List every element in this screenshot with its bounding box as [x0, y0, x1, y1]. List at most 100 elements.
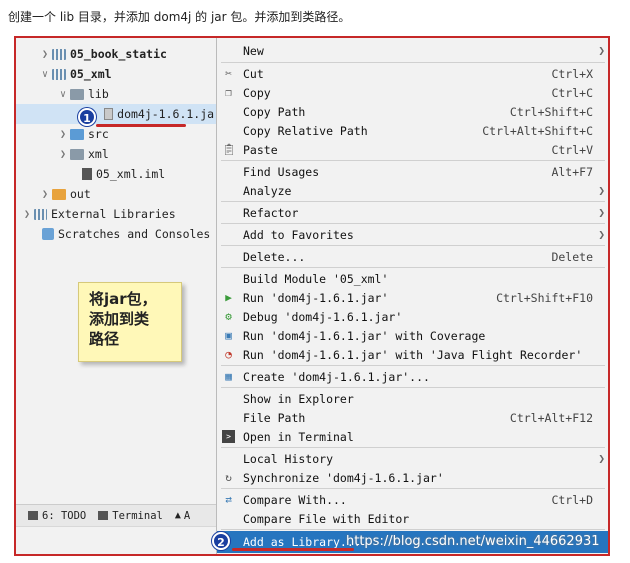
menu-separator: [221, 62, 605, 63]
tree-item-external-libraries[interactable]: ❯ External Libraries: [20, 204, 176, 224]
chevron-right-icon[interactable]: ❯: [38, 49, 52, 60]
menu-item-shortcut: Ctrl+Alt+Shift+C: [482, 123, 593, 138]
project-tree-panel: ❯ 05_book_static ∨ 05_xml ∨ lib dom4j-1.…: [16, 38, 221, 554]
menu-separator: [221, 223, 605, 224]
tree-item-label: Scratches and Consoles: [58, 227, 211, 241]
clipboard-icon: 📋︎: [222, 143, 236, 156]
tree-item-lib[interactable]: ∨ lib: [56, 84, 109, 104]
menu-item-find-usages[interactable]: Find Usages Alt+F7: [217, 162, 607, 181]
menu-item-refactor[interactable]: Refactor ❯: [217, 203, 607, 222]
menu-item-label: Cut: [243, 66, 264, 81]
menu-item-run-jfr[interactable]: ◔ Run 'dom4j-1.6.1.jar' with 'Java Fligh…: [217, 345, 607, 364]
tree-item-05-xml[interactable]: ∨ 05_xml: [38, 64, 112, 84]
menu-item-copy[interactable]: ❐ Copy Ctrl+C: [217, 83, 607, 102]
menu-item-label: Find Usages: [243, 164, 320, 179]
menu-item-shortcut: Ctrl+Alt+F12: [509, 410, 593, 425]
menu-item-shortcut: Ctrl+Shift+F10: [496, 290, 593, 305]
menu-separator: [221, 529, 605, 530]
chevron-down-icon[interactable]: ∨: [56, 89, 70, 100]
warning-icon: ▲: [174, 510, 181, 521]
chevron-right-icon: ❯: [598, 206, 605, 219]
menu-item-new[interactable]: New ❯: [217, 41, 607, 60]
iml-file-icon: [82, 168, 92, 180]
terminal-tab[interactable]: Terminal: [98, 510, 163, 522]
context-menu: New ❯ ✂ Cut Ctrl+X ❐ Copy Ctrl+C Copy Pa…: [216, 38, 608, 554]
tree-item-xml[interactable]: ❯ xml: [56, 144, 109, 164]
module-folder-icon: [52, 68, 66, 80]
menu-item-label: Run 'dom4j-1.6.1.jar': [243, 290, 389, 305]
menu-item-compare-editor[interactable]: Compare File with Editor: [217, 509, 607, 528]
menu-item-add-to-favorites[interactable]: Add to Favorites ❯: [217, 225, 607, 244]
profiler-icon: ◔: [225, 348, 232, 361]
terminal-icon: >: [222, 430, 235, 443]
menu-item-label: Synchronize 'dom4j-1.6.1.jar': [243, 470, 444, 485]
chevron-down-icon[interactable]: ∨: [38, 69, 52, 80]
terminal-icon: [98, 511, 109, 520]
menu-item-copy-relative-path[interactable]: Copy Relative Path Ctrl+Alt+Shift+C: [217, 121, 607, 140]
compare-icon: ⇄: [225, 493, 232, 506]
chevron-right-icon[interactable]: ❯: [56, 149, 70, 160]
menu-item-analyze[interactable]: Analyze ❯: [217, 181, 607, 200]
menu-item-synchronize[interactable]: ↻ Synchronize 'dom4j-1.6.1.jar': [217, 468, 607, 487]
menu-item-debug[interactable]: ⚙ Debug 'dom4j-1.6.1.jar': [217, 307, 607, 326]
menu-item-paste[interactable]: 📋︎ Paste Ctrl+V: [217, 140, 607, 159]
tree-item-dom4j-jar[interactable]: dom4j-1.6.1.jar: [16, 104, 221, 124]
chevron-right-icon: ❯: [598, 228, 605, 241]
menu-item-shortcut: Ctrl+X: [551, 66, 593, 81]
menu-item-copy-path[interactable]: Copy Path Ctrl+Shift+C: [217, 102, 607, 121]
todo-tab[interactable]: 6: TODO: [28, 510, 86, 522]
folder-icon: [70, 148, 84, 160]
menu-item-file-path[interactable]: File Path Ctrl+Alt+F12: [217, 408, 607, 427]
page-caption: 创建一个 lib 目录，并添加 dom4j 的 jar 包。并添加到类路径。: [8, 10, 351, 24]
menu-item-label: Copy: [243, 85, 271, 100]
menu-item-run-coverage[interactable]: ▣ Run 'dom4j-1.6.1.jar' with Coverage: [217, 326, 607, 345]
menu-item-show-in-explorer[interactable]: Show in Explorer: [217, 389, 607, 408]
chevron-right-icon[interactable]: ❯: [20, 209, 34, 220]
tree-item-label: src: [88, 127, 109, 141]
chevron-right-icon: ❯: [598, 184, 605, 197]
menu-item-cut[interactable]: ✂ Cut Ctrl+X: [217, 64, 607, 83]
menu-item-label: New: [243, 43, 264, 58]
menu-item-shortcut: Ctrl+Shift+C: [509, 104, 593, 119]
menu-item-shortcut: Ctrl+V: [551, 142, 593, 157]
menu-item-compare-with[interactable]: ⇄ Compare With... Ctrl+D: [217, 490, 607, 509]
menu-item-label: Debug 'dom4j-1.6.1.jar': [243, 309, 403, 324]
menu-item-label: Delete...: [243, 249, 306, 264]
menu-item-create-config[interactable]: ▦ Create 'dom4j-1.6.1.jar'...: [217, 367, 607, 386]
menu-item-label: Copy Relative Path: [243, 123, 368, 138]
menu-separator: [221, 201, 605, 202]
tree-item-label: dom4j-1.6.1.jar: [117, 107, 221, 121]
tree-item-label: External Libraries: [51, 207, 176, 221]
debug-icon: ⚙: [225, 310, 232, 323]
tree-item-05-xml-iml[interactable]: 05_xml.iml: [82, 164, 165, 184]
menu-item-label: Paste: [243, 142, 278, 157]
menu-item-local-history[interactable]: Local History ❯: [217, 449, 607, 468]
tree-item-label: xml: [88, 147, 109, 161]
step-badge-two: 2: [212, 532, 230, 550]
tree-item-src[interactable]: ❯ src: [56, 124, 109, 144]
menu-item-label: Compare File with Editor: [243, 511, 410, 526]
menu-item-label: Show in Explorer: [243, 391, 354, 406]
menu-item-open-terminal[interactable]: > Open in Terminal: [217, 427, 607, 446]
tree-item-label: lib: [88, 87, 109, 101]
menu-item-run[interactable]: ▶ Run 'dom4j-1.6.1.jar' Ctrl+Shift+F10: [217, 288, 607, 307]
menu-item-label: Create 'dom4j-1.6.1.jar'...: [243, 369, 430, 384]
chevron-right-icon[interactable]: ❯: [38, 189, 52, 200]
output-folder-icon: [52, 188, 66, 200]
chevron-right-icon[interactable]: ❯: [56, 129, 70, 140]
menu-item-build-module[interactable]: Build Module '05_xml': [217, 269, 607, 288]
build-tab[interactable]: ▲ A: [175, 510, 190, 522]
source-folder-icon: [70, 128, 84, 140]
build-tab-label: A: [183, 509, 191, 522]
step-badge-one: 1: [78, 108, 96, 126]
folder-icon: [70, 88, 84, 100]
menu-item-shortcut: Alt+F7: [551, 164, 593, 179]
module-folder-icon: [52, 48, 66, 60]
tree-item-out[interactable]: ❯ out: [38, 184, 91, 204]
coverage-icon: ▣: [225, 329, 232, 342]
menu-item-delete[interactable]: Delete... Delete: [217, 247, 607, 266]
menu-item-label: Analyze: [243, 183, 292, 198]
menu-item-label: Open in Terminal: [243, 429, 354, 444]
tree-item-scratches[interactable]: Scratches and Consoles: [42, 224, 210, 244]
tree-item-05-book-static[interactable]: ❯ 05_book_static: [38, 44, 167, 64]
